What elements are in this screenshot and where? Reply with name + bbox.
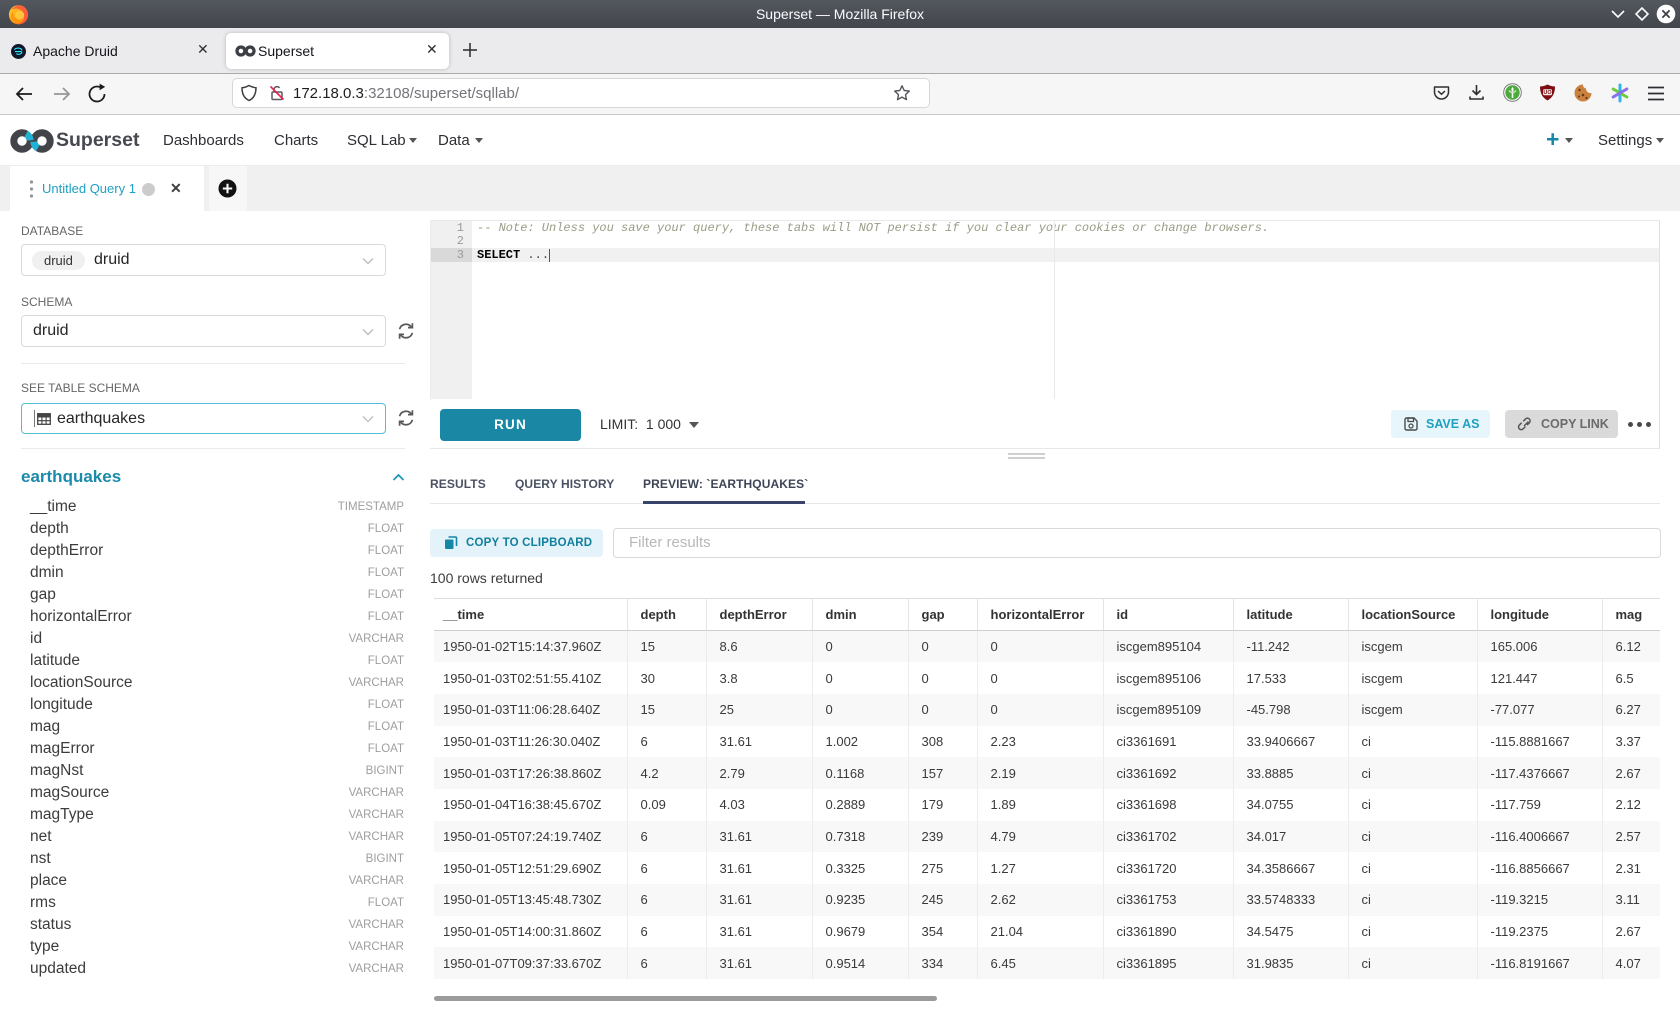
svg-text:UO: UO xyxy=(1543,90,1552,96)
